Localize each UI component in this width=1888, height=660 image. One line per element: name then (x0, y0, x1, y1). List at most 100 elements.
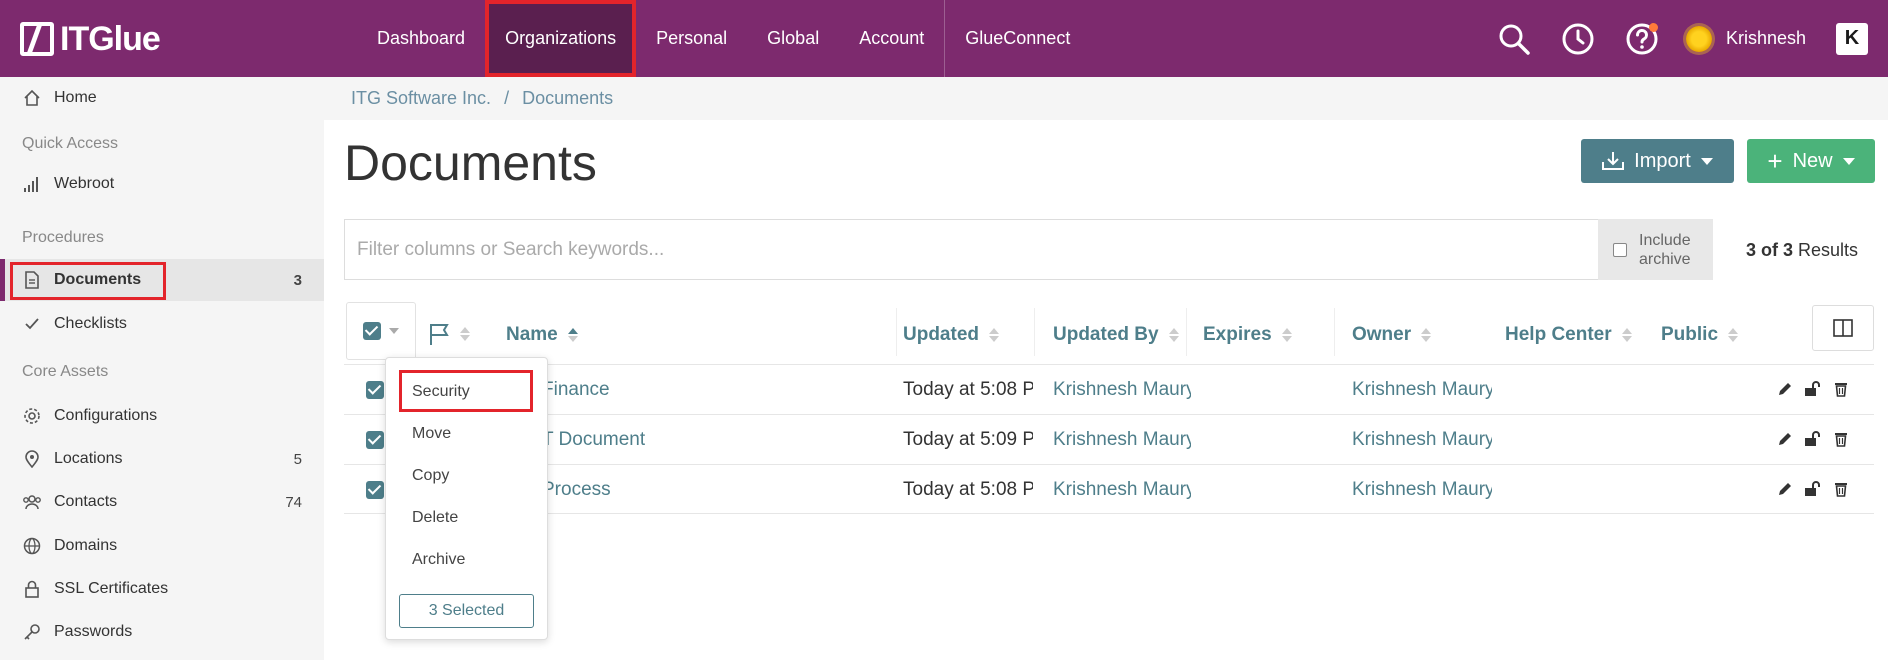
document-name-link[interactable]: Process (542, 465, 611, 515)
updated-by-link[interactable]: Krishnesh Maurya (1053, 415, 1191, 465)
plus-icon: + (1767, 146, 1783, 176)
nav-global[interactable]: Global (747, 0, 839, 77)
contacts-group-icon (22, 494, 42, 510)
select-all-dropdown[interactable] (346, 302, 416, 360)
updated-cell: Today at 5:09 PM (903, 429, 1033, 450)
row-checkbox[interactable] (366, 481, 384, 499)
updated-by-column-header[interactable]: Updated By (1053, 324, 1179, 346)
row-actions (1776, 380, 1850, 398)
page-title: Documents (344, 135, 597, 191)
search-input[interactable] (345, 220, 1598, 279)
trash-icon[interactable] (1832, 430, 1850, 448)
breadcrumb: ITG Software Inc. / Documents (324, 77, 1888, 120)
import-icon (1602, 151, 1625, 171)
row-actions (1776, 480, 1850, 498)
sort-icon (1168, 328, 1179, 342)
pencil-icon[interactable] (1776, 380, 1794, 398)
select-all-checkbox[interactable] (363, 322, 381, 340)
nav-account[interactable]: Account (839, 0, 944, 77)
sidebar-item-label: Configurations (54, 407, 158, 424)
owner-column-header[interactable]: Owner (1352, 324, 1432, 346)
owner-link[interactable]: Krishnesh Maurya (1352, 415, 1492, 465)
gear-icon (22, 407, 42, 425)
help-center-column-header[interactable]: Help Center (1505, 324, 1632, 346)
sidebar-item-passwords[interactable]: Passwords (0, 611, 324, 653)
document-name-link[interactable]: Finance (542, 365, 610, 415)
breadcrumb-separator: / (504, 88, 510, 108)
flag-column-header[interactable] (428, 322, 470, 346)
sidebar-item-checklists[interactable]: Checklists (0, 303, 324, 345)
checkmark-icon (22, 316, 42, 332)
selected-count-button[interactable]: 3 Selected (399, 594, 534, 628)
import-label: Import (1634, 149, 1691, 172)
menu-item-move[interactable]: Move (412, 425, 451, 443)
pencil-icon[interactable] (1776, 430, 1794, 448)
sidebar-item-webroot[interactable]: Webroot (0, 163, 324, 205)
unlock-icon[interactable] (1804, 480, 1822, 498)
trash-icon[interactable] (1832, 380, 1850, 398)
menu-item-archive[interactable]: Archive (412, 551, 465, 569)
column-divider (1334, 308, 1335, 356)
sidebar-item-label: Contacts (54, 493, 118, 510)
owner-link[interactable]: Krishnesh Maurya (1352, 365, 1492, 415)
row-checkbox[interactable] (366, 431, 384, 449)
row-actions (1776, 430, 1850, 448)
owner-link[interactable]: Krishnesh Maurya (1352, 465, 1492, 515)
chevron-down-icon[interactable] (389, 328, 399, 334)
kaseya-app-icon[interactable]: K (1836, 22, 1868, 55)
include-archive-checkbox[interactable] (1613, 242, 1627, 257)
unlock-icon[interactable] (1804, 430, 1822, 448)
document-name-link[interactable]: T Document (542, 415, 645, 465)
chevron-down-icon (1700, 157, 1713, 165)
sidebar-item-locations[interactable]: Locations 5 (0, 438, 324, 480)
sidebar-item-ssl-certificates[interactable]: SSL Certificates (0, 568, 324, 610)
sort-icon (1728, 328, 1739, 342)
table-header: Name Updated Updated By Expires Owner He… (344, 300, 1874, 364)
table-row[interactable]: Finance Today at 5:08 PM Krishnesh Maury… (344, 364, 1874, 414)
menu-item-security[interactable]: Security (412, 383, 470, 401)
expires-column-header[interactable]: Expires (1203, 324, 1292, 346)
trash-icon[interactable] (1832, 480, 1850, 498)
menu-item-delete[interactable]: Delete (412, 509, 458, 527)
nav-glueconnect[interactable]: GlueConnect (945, 0, 1090, 77)
globe-icon (22, 537, 42, 555)
pencil-icon[interactable] (1776, 480, 1794, 498)
clock-icon[interactable] (1558, 19, 1598, 59)
help-icon[interactable] (1622, 19, 1662, 59)
contacts-count: 74 (285, 493, 302, 511)
sidebar-item-label: Home (54, 89, 97, 106)
row-checkbox[interactable] (366, 381, 384, 399)
sidebar-item-label: Passwords (54, 623, 133, 640)
updated-cell: Today at 5:08 PM (903, 379, 1033, 400)
menu-item-copy[interactable]: Copy (412, 467, 449, 485)
search-icon[interactable] (1494, 19, 1534, 59)
sidebar-item-home[interactable]: Home (0, 77, 324, 119)
nav-personal[interactable]: Personal (636, 0, 747, 77)
user-name[interactable]: Krishnesh (1726, 28, 1806, 49)
include-archive-toggle[interactable]: Include archive (1598, 219, 1713, 280)
sidebar-item-configurations[interactable]: Configurations (0, 395, 324, 437)
new-button[interactable]: + New (1747, 139, 1875, 183)
breadcrumb-org[interactable]: ITG Software Inc. (351, 88, 491, 108)
itglue-logo[interactable]: ITGlue (20, 20, 161, 58)
import-button[interactable]: Import (1581, 139, 1734, 183)
sidebar-item-documents[interactable]: Documents 3 (0, 259, 324, 301)
sidebar-item-domains[interactable]: Domains (0, 525, 324, 567)
column-layout-button[interactable] (1812, 305, 1874, 351)
column-divider (1034, 308, 1035, 356)
updated-column-header[interactable]: Updated (903, 324, 999, 346)
nav-organizations[interactable]: Organizations (485, 0, 637, 77)
unlock-icon[interactable] (1804, 380, 1822, 398)
locations-count: 5 (293, 450, 302, 468)
user-avatar[interactable] (1685, 25, 1712, 52)
updated-by-link[interactable]: Krishnesh Maurya (1053, 365, 1191, 415)
name-column-header[interactable]: Name (506, 324, 578, 346)
table-row[interactable]: Process Today at 5:08 PM Krishnesh Maury… (344, 464, 1874, 514)
sidebar-item-contacts[interactable]: Contacts 74 (0, 481, 324, 523)
table-row[interactable]: T Document Today at 5:09 PM Krishnesh Ma… (344, 414, 1874, 464)
breadcrumb-current: Documents (522, 88, 614, 108)
flag-icon (430, 324, 449, 345)
public-column-header[interactable]: Public (1661, 324, 1739, 346)
updated-by-link[interactable]: Krishnesh Maurya (1053, 465, 1191, 515)
nav-dashboard[interactable]: Dashboard (357, 0, 485, 77)
